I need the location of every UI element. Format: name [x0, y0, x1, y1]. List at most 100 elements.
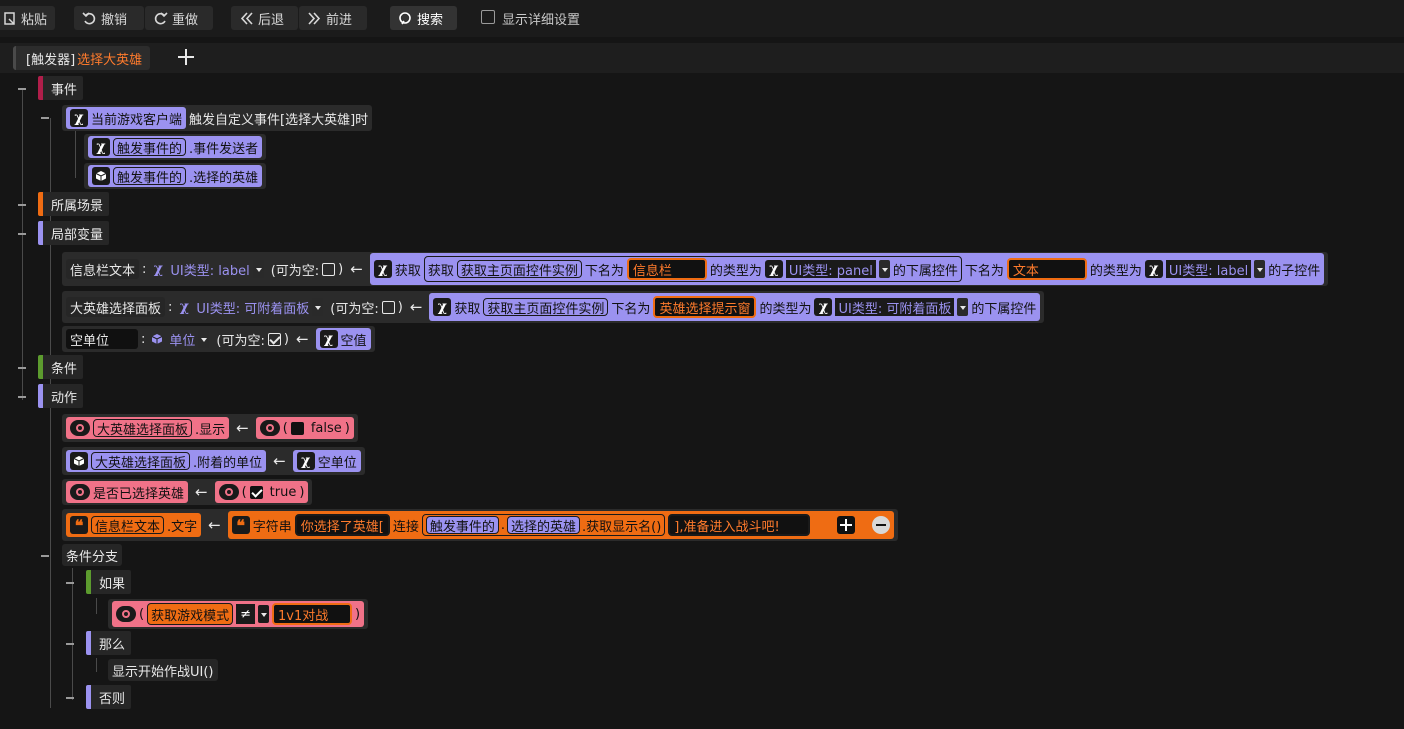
chevron-down-icon[interactable] — [252, 260, 264, 278]
get-label: 获取 — [427, 263, 454, 279]
event-param-hero[interactable]: 触发事件的 .选择的英雄 — [84, 163, 267, 189]
expr-block[interactable]: 触发事件的 . 选择的英雄 .获取显示名() — [421, 514, 666, 536]
collapse-toggle[interactable] — [18, 367, 26, 369]
nullable-checkbox[interactable] — [381, 300, 395, 314]
event-client-block[interactable]: χ 当前游戏客户端 — [66, 107, 187, 129]
forward-button[interactable]: 前进 — [299, 6, 367, 30]
event-prop: .事件发送者 — [189, 141, 259, 157]
collapse-toggle[interactable] — [18, 88, 26, 90]
remove-param-icon[interactable] — [872, 516, 891, 534]
branch-then-label: 那么 — [99, 637, 126, 653]
compare-operator[interactable]: ≠ — [236, 604, 255, 624]
action-row[interactable]: 是否已选择英雄 ← ( true ) — [62, 479, 313, 505]
lambda-icon: χ — [153, 261, 164, 277]
var-name[interactable]: 大英雄选择面板 — [66, 297, 166, 317]
string-concat-block[interactable]: ❝ 字符串 你选择了英雄[ 连接 触发事件的 . 选择的英雄 .获取显示名() … — [227, 511, 895, 539]
tab-trigger[interactable]: [触发器] 选择大英雄 — [13, 46, 151, 70]
section-action[interactable]: 动作 — [38, 384, 84, 408]
get-block[interactable]: χ 获取 获取 获取主页面控件实例 下名为 信息栏 的类型为 χ UI类型: p… — [369, 253, 1325, 285]
nullable-checkbox[interactable] — [267, 332, 281, 346]
action-row[interactable]: 大英雄选择面板 .显示 ← ( false ) — [62, 414, 358, 442]
collapse-toggle[interactable] — [41, 555, 49, 557]
search-button[interactable]: 搜索 — [390, 6, 457, 30]
collapse-toggle[interactable] — [66, 697, 74, 699]
collapse-toggle[interactable] — [66, 582, 74, 584]
get-block[interactable]: χ 获取 获取主页面控件实例 下名为 英雄选择提示窗 的类型为 χ UI类型: … — [429, 293, 1041, 321]
collapse-toggle[interactable] — [18, 204, 26, 206]
add-param-icon[interactable] — [837, 516, 856, 534]
string-input[interactable]: 你选择了英雄[ — [294, 514, 390, 536]
branch-then[interactable]: 那么 — [86, 631, 132, 655]
undo-button[interactable]: 撤销 — [74, 6, 144, 30]
action-target-block[interactable]: ❝ 信息栏文本 .文字 — [66, 513, 202, 537]
action-row[interactable]: 大英雄选择面板 .附着的单位 ← χ 空单位 — [62, 447, 365, 475]
tree-line — [22, 88, 23, 400]
nullable-label: (可为空: — [330, 301, 379, 317]
lambda-icon: χ — [814, 298, 833, 316]
null-value-block[interactable]: χ 空值 — [315, 328, 371, 350]
chevron-down-icon[interactable] — [312, 298, 324, 316]
redo-button[interactable]: 重做 — [145, 6, 213, 30]
lambda-icon: χ — [764, 260, 783, 278]
lambda-icon: χ — [1144, 260, 1163, 278]
action-target-block[interactable]: 是否已选择英雄 — [66, 481, 189, 503]
then-action[interactable]: 显示开始作战UI() — [108, 659, 218, 681]
var-ref-block[interactable]: χ 空单位 — [292, 450, 361, 472]
action-target-block[interactable]: 大英雄选择面板 .附着的单位 — [66, 450, 267, 472]
var-type: UI类型: 可附着面板 — [196, 301, 310, 317]
string-input[interactable]: 信息栏 — [626, 258, 707, 280]
add-tab-icon[interactable] — [177, 48, 195, 66]
string-input[interactable]: 文本 — [1006, 258, 1087, 280]
bool-value: false — [310, 420, 342, 436]
var-name[interactable]: 空单位 — [66, 329, 138, 349]
action-row[interactable]: ❝ 信息栏文本 .文字 ← ❝ 字符串 你选择了英雄[ 连接 触发事件的 . 选… — [62, 509, 899, 541]
paste-button[interactable]: 粘贴 — [0, 6, 55, 30]
colon: : — [142, 261, 147, 277]
event-param-sender[interactable]: χ 触发事件的 .事件发送者 — [84, 134, 267, 160]
section-event[interactable]: 事件 — [38, 76, 84, 100]
section-scene[interactable]: 所属场景 — [38, 192, 110, 216]
type-value: UI类型: 可附着面板 — [835, 298, 955, 317]
collapse-toggle[interactable] — [41, 117, 49, 119]
chevron-down-icon[interactable] — [957, 298, 969, 316]
event-param-block: χ 触发事件的 .事件发送者 — [88, 136, 263, 158]
chevron-down-icon[interactable] — [1254, 260, 1266, 278]
var-name[interactable]: 信息栏文本 — [66, 259, 140, 279]
nullable-checkbox[interactable] — [322, 262, 336, 276]
local-var-row[interactable]: 空单位 : 单位 (可为空: ) ← χ 空值 — [62, 326, 375, 352]
chevron-down-icon[interactable] — [198, 330, 210, 348]
string-input[interactable]: ],准备进入战斗吧! — [668, 514, 811, 536]
bool-checkbox[interactable] — [249, 485, 263, 499]
back-button[interactable]: 后退 — [231, 6, 298, 30]
cube-icon — [92, 167, 110, 185]
assign-arrow-icon: ← — [409, 298, 423, 316]
branch-else[interactable]: 否则 — [86, 685, 132, 709]
bool-checkbox[interactable] — [290, 421, 304, 435]
branch-if[interactable]: 如果 — [86, 570, 132, 594]
string-input[interactable]: 英雄选择提示窗 — [653, 296, 757, 318]
bool-value-block[interactable]: ( false ) — [255, 417, 354, 439]
section-locals[interactable]: 局部变量 — [38, 221, 110, 245]
paste-label: 粘贴 — [21, 12, 48, 28]
search-label: 搜索 — [417, 12, 444, 28]
collapse-toggle[interactable] — [66, 643, 74, 645]
chevron-down-icon[interactable] — [258, 605, 269, 623]
collapse-toggle[interactable] — [18, 396, 26, 398]
forward-label: 前进 — [326, 12, 353, 28]
collapse-toggle[interactable] — [18, 233, 26, 235]
event-client-label: 当前游戏客户端 — [91, 112, 183, 128]
chevron-down-icon[interactable] — [878, 260, 890, 278]
section-condition[interactable]: 条件 — [38, 355, 84, 379]
local-var-row[interactable]: 信息栏文本 : χ UI类型: label (可为空: ) ← χ 获取 获取 … — [62, 252, 1329, 286]
cube-icon — [70, 452, 88, 470]
action-target-block[interactable]: 大英雄选择面板 .显示 — [66, 417, 230, 439]
event-row[interactable]: χ 当前游戏客户端 触发自定义事件[选择大英雄]时 — [62, 105, 373, 131]
tree-line — [96, 598, 97, 614]
show-details-checkbox[interactable] — [481, 10, 495, 24]
condition-row[interactable]: ( 获取游戏模式 ≠ 1v1对战 ) — [108, 599, 369, 629]
string-input[interactable]: 1v1对战 — [272, 603, 352, 625]
bool-value-block[interactable]: ( true ) — [214, 481, 309, 503]
local-var-row[interactable]: 大英雄选择面板 : χ UI类型: 可附着面板 (可为空: ) ← χ 获取 获… — [62, 291, 1045, 323]
branch-node[interactable]: 条件分支 — [62, 544, 123, 566]
condition-block[interactable]: ( 获取游戏模式 ≠ 1v1对战 ) — [112, 601, 365, 627]
